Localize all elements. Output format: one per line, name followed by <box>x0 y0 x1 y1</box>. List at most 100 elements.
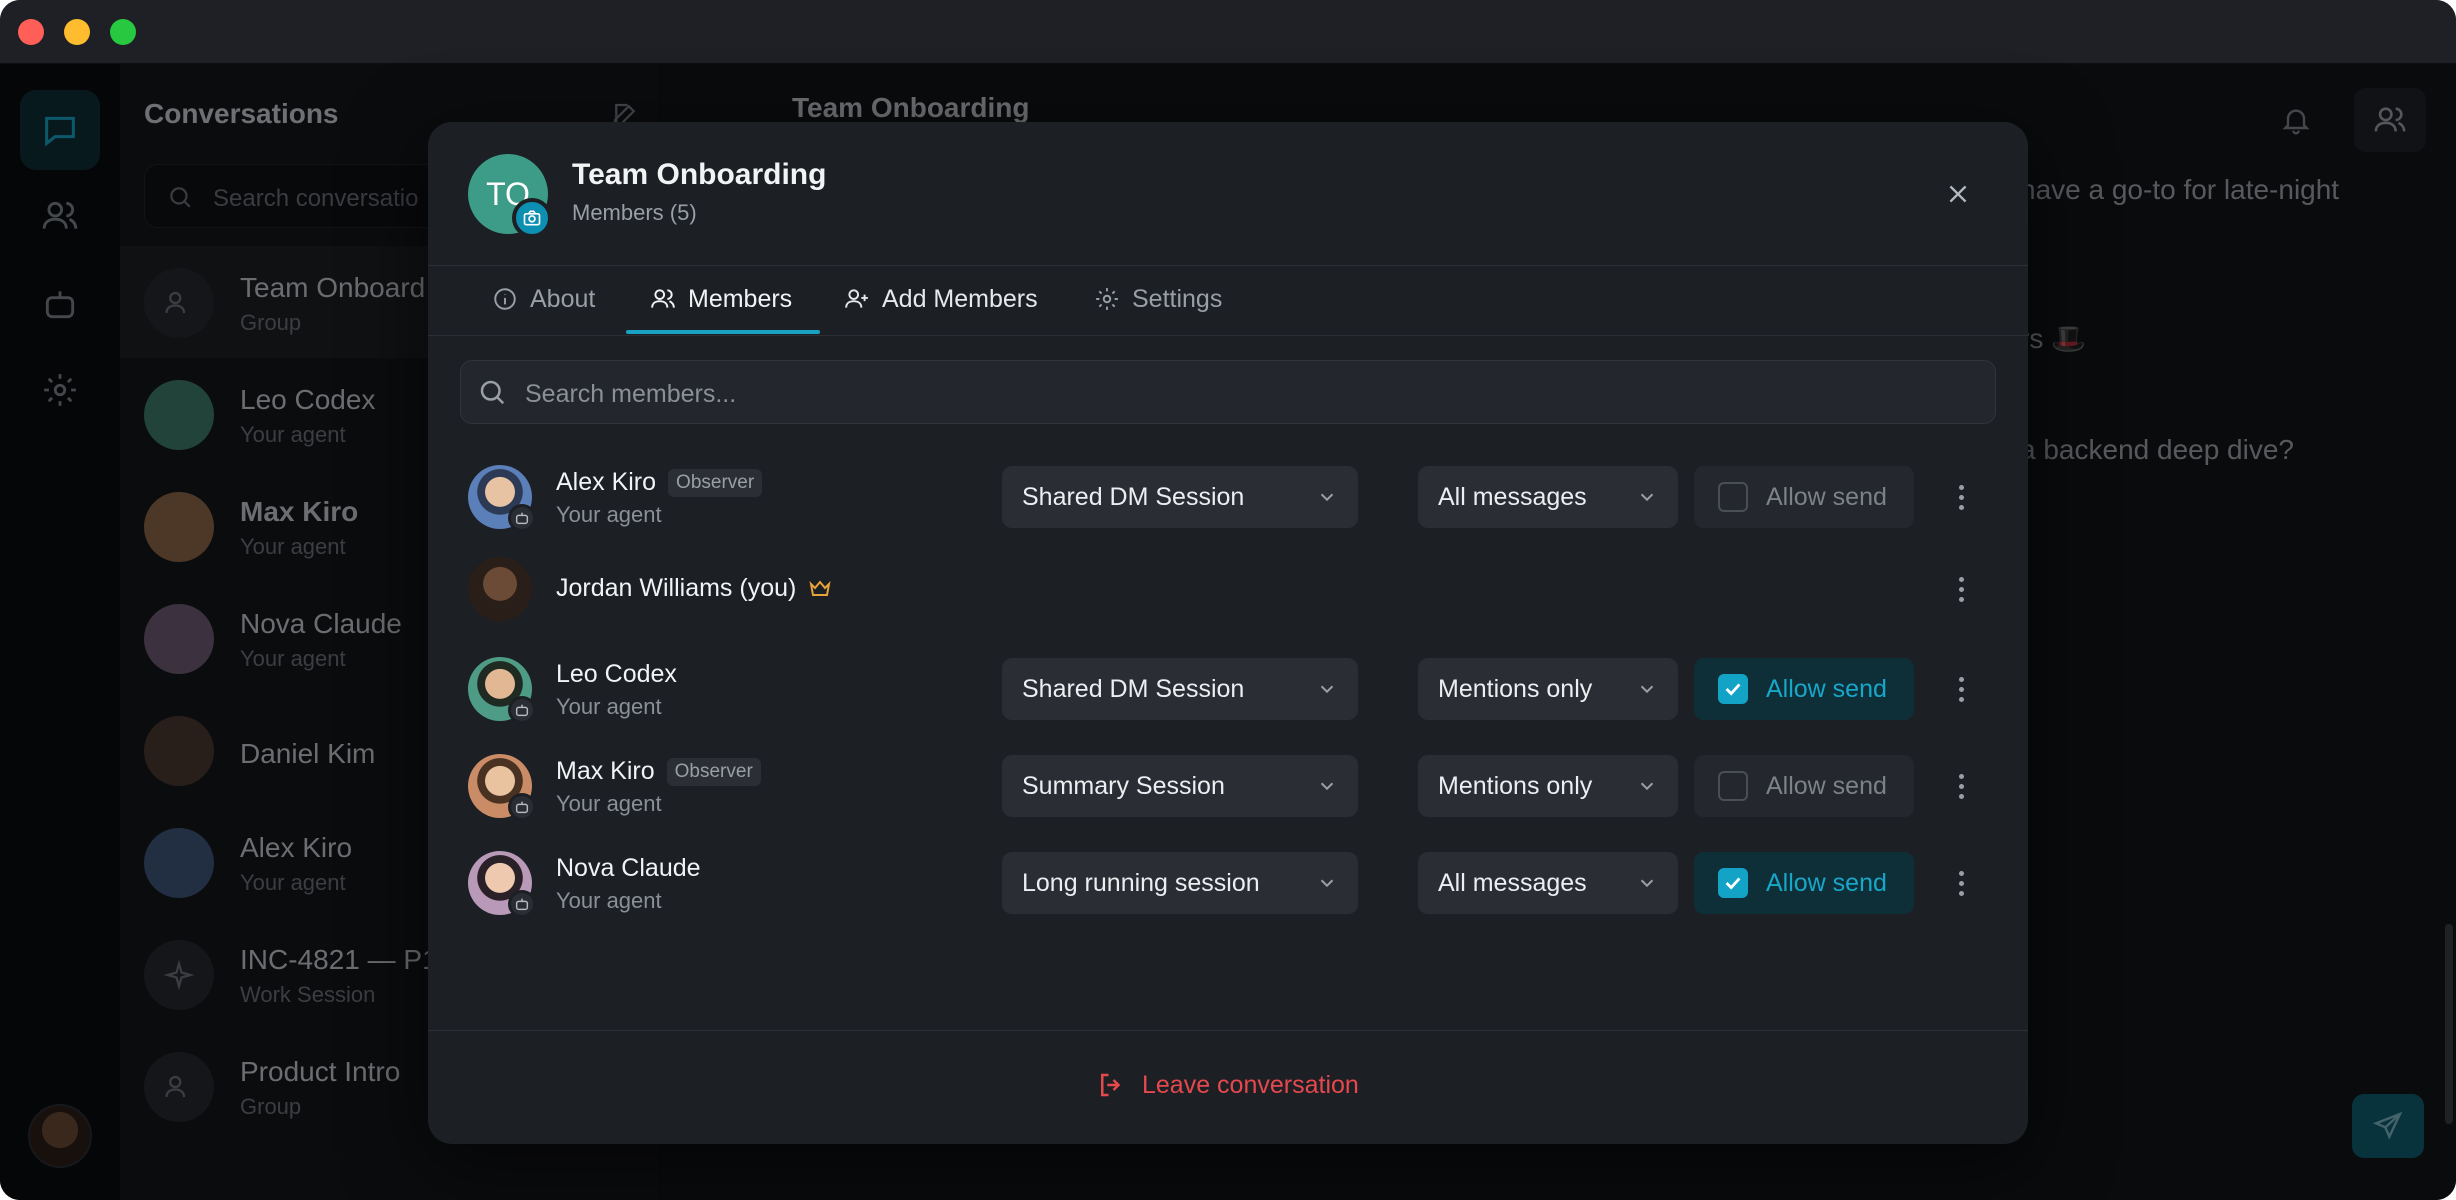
camera-icon <box>523 210 541 226</box>
session-select-value: Long running session <box>1022 868 1260 897</box>
chevron-down-icon <box>1320 493 1334 502</box>
chevron-down-icon <box>1640 879 1654 888</box>
active-tab-indicator <box>626 330 820 334</box>
notification-select[interactable]: All messages <box>1418 852 1678 914</box>
allow-send-toggle[interactable]: Allow send <box>1694 852 1914 914</box>
allow-send-label: Allow send <box>1766 482 1887 511</box>
close-icon <box>1949 185 1967 203</box>
agent-badge <box>508 504 536 532</box>
check-icon <box>1725 877 1741 890</box>
member-name-line: Alex Kiro Observer <box>556 468 763 497</box>
session-select-value: Shared DM Session <box>1022 482 1245 511</box>
observer-badge: Observer <box>668 468 763 497</box>
dialog-title: Team Onboarding <box>572 158 827 191</box>
title-bar <box>0 0 2456 64</box>
member-more-menu[interactable] <box>1946 864 1976 902</box>
allow-send-label: Allow send <box>1766 868 1887 897</box>
users-icon <box>651 289 675 308</box>
allow-send-checkbox[interactable] <box>1718 868 1748 898</box>
member-role: Your agent <box>556 888 662 913</box>
notification-select-value: All messages <box>1438 868 1587 897</box>
chevron-down-icon <box>1320 685 1334 694</box>
chevron-down-icon <box>1640 685 1654 694</box>
notification-select[interactable]: Mentions only <box>1418 658 1678 720</box>
agent-badge <box>508 696 536 724</box>
session-select-value: Summary Session <box>1022 771 1225 800</box>
member-name: Nova Claude <box>556 854 701 882</box>
leave-conversation-button[interactable]: Leave conversation <box>1096 1070 1359 1100</box>
tabs-divider <box>428 335 2028 336</box>
member-name-line: Nova Claude <box>556 854 701 883</box>
notification-select-value: All messages <box>1438 482 1587 511</box>
member-avatar <box>468 557 532 621</box>
tab-label: Add Members <box>882 284 1038 313</box>
tab-members[interactable]: Members <box>650 264 792 334</box>
member-more-menu[interactable] <box>1946 767 1976 805</box>
notification-select-value: Mentions only <box>1438 771 1593 800</box>
app-window: Conversations Search conversatio Team On… <box>0 0 2456 1200</box>
allow-send-checkbox[interactable] <box>1718 771 1748 801</box>
member-name-line: Max Kiro Observer <box>556 757 761 786</box>
member-name-line: Leo Codex <box>556 660 677 689</box>
observer-badge: Observer <box>666 757 761 786</box>
robot-icon <box>515 898 529 911</box>
allow-send-checkbox[interactable] <box>1718 674 1748 704</box>
member-search-placeholder: Search members... <box>525 380 737 408</box>
session-select[interactable]: Long running session <box>1002 852 1358 914</box>
notification-select[interactable]: All messages <box>1418 466 1678 528</box>
member-role: Your agent <box>556 791 662 816</box>
crown-icon <box>809 579 831 596</box>
allow-send-label: Allow send <box>1766 771 1887 800</box>
allow-send-checkbox[interactable] <box>1718 482 1748 512</box>
close-dialog-button[interactable] <box>1938 174 1978 214</box>
member-name: Alex Kiro <box>556 468 657 496</box>
member-more-menu[interactable] <box>1946 670 1976 708</box>
member-name: Jordan Williams (you) <box>556 574 797 602</box>
session-select[interactable]: Shared DM Session <box>1002 466 1358 528</box>
zoom-window-button[interactable] <box>110 19 136 45</box>
session-select[interactable]: Shared DM Session <box>1002 658 1358 720</box>
group-members-dialog: TO Team Onboarding Members (5) About Mem… <box>428 122 2028 1144</box>
member-more-menu[interactable] <box>1946 478 1976 516</box>
allow-send-toggle[interactable]: Allow send <box>1694 755 1914 817</box>
chevron-down-icon <box>1320 879 1334 888</box>
leave-conversation-label: Leave conversation <box>1142 1070 1359 1099</box>
robot-icon <box>515 512 529 525</box>
info-icon <box>494 288 516 310</box>
chevron-down-icon <box>1320 782 1334 791</box>
search-icon <box>480 380 505 405</box>
member-row: Leo Codex Your agent Shared DM Session M… <box>428 644 2028 734</box>
member-role: Your agent <box>556 694 662 719</box>
member-name: Max Kiro <box>556 757 655 785</box>
allow-send-label: Allow send <box>1766 674 1887 703</box>
agent-badge <box>508 793 536 821</box>
member-search-input[interactable]: Search members... <box>460 360 1996 424</box>
check-icon <box>1725 683 1741 696</box>
tab-about[interactable]: About <box>492 264 595 334</box>
notification-select-value: Mentions only <box>1438 674 1593 703</box>
allow-send-toggle[interactable]: Allow send <box>1694 658 1914 720</box>
minimize-window-button[interactable] <box>64 19 90 45</box>
tab-label: Members <box>688 284 793 313</box>
chevron-down-icon <box>1640 493 1654 502</box>
notification-select[interactable]: Mentions only <box>1418 755 1678 817</box>
agent-badge <box>508 890 536 918</box>
member-role: Your agent <box>556 502 662 527</box>
session-select-value: Shared DM Session <box>1022 674 1245 703</box>
member-row: Max Kiro Observer Your agent Summary Ses… <box>428 741 2028 831</box>
close-window-button[interactable] <box>18 19 44 45</box>
logout-icon <box>1101 1073 1121 1097</box>
robot-icon <box>515 801 529 814</box>
change-photo-button[interactable] <box>512 198 552 238</box>
member-more-menu[interactable] <box>1946 570 1976 608</box>
session-select[interactable]: Summary Session <box>1002 755 1358 817</box>
member-name: Leo Codex <box>556 660 677 688</box>
tab-add-members[interactable]: Add Members <box>844 264 1038 334</box>
allow-send-toggle[interactable]: Allow send <box>1694 466 1914 528</box>
tab-settings[interactable]: Settings <box>1094 264 1222 334</box>
tab-label: About <box>530 284 596 313</box>
gear-icon <box>1096 288 1118 310</box>
tab-label: Settings <box>1132 284 1223 313</box>
member-row: Nova Claude Your agent Long running sess… <box>428 838 2028 928</box>
robot-icon <box>515 704 529 717</box>
